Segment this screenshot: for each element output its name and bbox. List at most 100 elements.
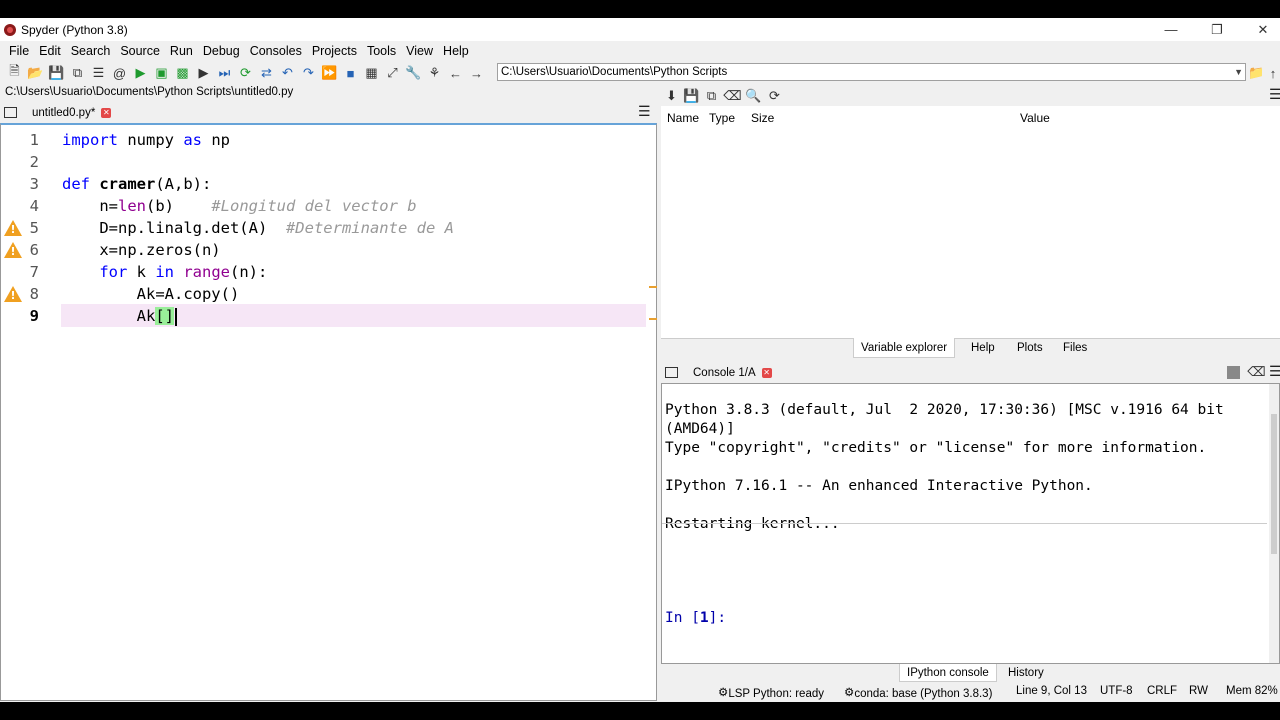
maximize-pane-icon[interactable]: ▦: [361, 63, 382, 83]
warning-icon[interactable]: [4, 242, 22, 258]
clear-console-icon[interactable]: ⌫: [1246, 362, 1267, 382]
prompt-number: 1: [699, 610, 709, 626]
new-file-icon[interactable]: 🗎: [4, 63, 25, 83]
menu-file[interactable]: File: [4, 44, 34, 58]
menu-view[interactable]: View: [401, 44, 438, 58]
keyword: import: [62, 131, 118, 149]
save-all-icon[interactable]: ⧉: [67, 63, 88, 83]
comment: #Longitud del vector b: [211, 197, 417, 215]
continue-icon[interactable]: ⏩: [319, 63, 340, 83]
save-data-as-icon[interactable]: ⧉: [701, 86, 722, 106]
forward-arrow-icon[interactable]: →: [466, 63, 487, 83]
fullscreen-icon[interactable]: ⤢: [382, 63, 403, 83]
close-window-icon[interactable]: ✕: [1240, 18, 1280, 41]
code-line: Ak=A.copy(): [62, 283, 240, 305]
python-path-icon[interactable]: ⚘: [424, 63, 445, 83]
console-options-icon[interactable]: ☰: [1269, 363, 1280, 380]
working-directory-value: C:\Users\Usuario\Documents\Python Script…: [501, 66, 728, 78]
editor-options-icon[interactable]: ☰: [638, 103, 651, 120]
keyword: in: [155, 263, 174, 281]
tab-variable-explorer[interactable]: Variable explorer: [853, 338, 956, 358]
back-arrow-icon[interactable]: ←: [445, 63, 466, 83]
rerun-icon[interactable]: ⟳: [235, 63, 256, 83]
parent-dir-icon[interactable]: ↑: [1266, 63, 1280, 83]
column-type[interactable]: Type: [709, 111, 735, 125]
column-size[interactable]: Size: [751, 111, 774, 125]
code-line: n=len(b) #Longitud del vector b: [62, 195, 417, 217]
interrupt-kernel-icon[interactable]: [1227, 366, 1240, 379]
menu-help[interactable]: Help: [438, 44, 474, 58]
menu-search[interactable]: Search: [66, 44, 116, 58]
menu-projects[interactable]: Projects: [307, 44, 362, 58]
save-icon[interactable]: 💾: [46, 63, 67, 83]
line-number: 3: [29, 175, 39, 193]
line-number: 2: [29, 153, 39, 171]
save-data-icon[interactable]: 💾: [681, 86, 702, 106]
line-number: 1: [29, 131, 39, 149]
outline-icon[interactable]: ☰: [88, 63, 109, 83]
step-return-icon[interactable]: ↷: [298, 63, 319, 83]
warning-icon[interactable]: [4, 286, 22, 302]
console-scrollbar[interactable]: [1269, 384, 1279, 663]
browse-console-tabs-icon[interactable]: [665, 367, 678, 378]
variable-table-header: Name Type Size Value: [661, 106, 1280, 130]
run-cell-advance-icon[interactable]: ▩: [172, 63, 193, 83]
run-icon[interactable]: ▶: [130, 63, 151, 83]
tab-history[interactable]: History: [1001, 664, 1051, 682]
tab-console-1a[interactable]: Console 1/A ✕: [685, 362, 780, 383]
code-editor[interactable]: 1 2 3 4 5 6 7 8 9 import numpy as np def…: [0, 123, 657, 701]
code-text: k: [127, 263, 156, 281]
variable-explorer-options-icon[interactable]: ☰: [1269, 86, 1280, 103]
ipython-console[interactable]: Python 3.8.3 (default, Jul 2 2020, 17:30…: [661, 383, 1280, 664]
debug-step-icon[interactable]: ⏭: [214, 63, 235, 83]
variable-table-body: [661, 130, 1280, 339]
menu-run[interactable]: Run: [165, 44, 198, 58]
search-icon[interactable]: 🔍: [743, 86, 764, 106]
column-value[interactable]: Value: [1020, 111, 1050, 125]
code-text: D=np.linalg.det(A): [62, 219, 286, 237]
code-text: n=: [62, 197, 118, 215]
console-scroll-thumb[interactable]: [1271, 414, 1277, 554]
tab-files[interactable]: Files: [1056, 338, 1094, 358]
email-icon[interactable]: @: [109, 63, 130, 83]
cursor-scroll-marker: [649, 318, 657, 320]
browse-tabs-icon[interactable]: [4, 107, 17, 118]
close-tab-icon[interactable]: ✕: [101, 107, 112, 118]
console-tab-bar: Console 1/A ✕ ⌫ ☰: [661, 362, 1280, 383]
tab-ipython-console[interactable]: IPython console: [899, 664, 997, 682]
menu-edit[interactable]: Edit: [34, 44, 66, 58]
tab-untitled0[interactable]: untitled0.py* ✕: [22, 102, 122, 123]
debug-icon[interactable]: ⇄: [256, 63, 277, 83]
tab-help[interactable]: Help: [964, 338, 1002, 358]
menu-debug[interactable]: Debug: [198, 44, 245, 58]
code-text: (n):: [230, 263, 268, 281]
open-file-icon[interactable]: 📂: [25, 63, 46, 83]
code-line: for k in range(n):: [62, 261, 267, 283]
step-into-icon[interactable]: ↶: [277, 63, 298, 83]
run-cell-icon[interactable]: ▣: [151, 63, 172, 83]
refresh-icon[interactable]: ⟳: [764, 86, 785, 106]
status-conda: ⚙ conda: base (Python 3.8.3): [844, 687, 993, 700]
import-data-icon[interactable]: ⬇: [661, 86, 682, 106]
restore-icon[interactable]: ❐: [1194, 18, 1240, 41]
line-number: 7: [29, 263, 39, 281]
preferences-icon[interactable]: 🔧: [403, 63, 424, 83]
close-console-icon[interactable]: ✕: [761, 367, 772, 378]
remove-all-icon[interactable]: ⌫: [722, 86, 743, 106]
browse-folder-icon[interactable]: 📁: [1246, 63, 1267, 83]
code-line: x=np.zeros(n): [62, 239, 220, 261]
working-directory-combo[interactable]: C:\Users\Usuario\Documents\Python Script…: [497, 63, 1246, 81]
warning-icon[interactable]: [4, 220, 22, 236]
menu-source[interactable]: Source: [115, 44, 165, 58]
menu-tools[interactable]: Tools: [362, 44, 401, 58]
minimize-icon[interactable]: —: [1148, 18, 1194, 41]
tab-plots[interactable]: Plots: [1010, 338, 1050, 358]
column-name[interactable]: Name: [667, 111, 699, 125]
run-selection-icon[interactable]: ▶: [193, 63, 214, 83]
menu-consoles[interactable]: Consoles: [245, 44, 307, 58]
editor-tab-bar: untitled0.py* ✕ ☰: [0, 102, 657, 123]
spyder-window: Spyder (Python 3.8) — ❐ ✕ File Edit Sear…: [0, 18, 1280, 702]
stop-debug-icon[interactable]: ■: [340, 63, 361, 83]
chevron-down-icon[interactable]: ▼: [1234, 64, 1243, 80]
